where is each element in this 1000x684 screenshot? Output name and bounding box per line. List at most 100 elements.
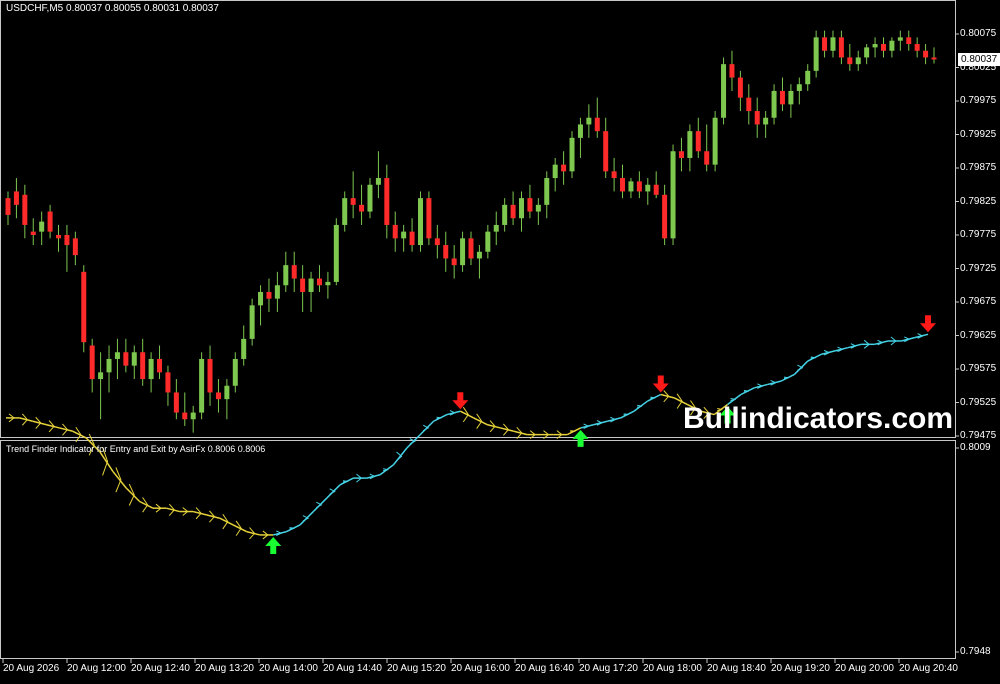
candle-body	[392, 224, 398, 239]
candle-body	[704, 151, 710, 165]
price-tick-label: 0.79875	[960, 162, 997, 173]
trend-segment	[273, 530, 287, 536]
candle-body	[123, 352, 129, 366]
candle-body	[805, 70, 811, 85]
candle-body	[207, 358, 213, 393]
candle-body	[636, 181, 642, 192]
price-tick-label: 0.79975	[960, 95, 997, 106]
candle-body	[274, 285, 280, 299]
candle-body	[98, 372, 104, 380]
candle-body	[316, 278, 322, 286]
candle-body	[813, 37, 819, 71]
candle-body	[157, 358, 163, 373]
candle-body	[779, 90, 785, 105]
sell-arrow-icon	[452, 392, 469, 410]
candle-body	[308, 278, 314, 292]
price-tick-label: 0.79825	[960, 195, 997, 207]
candle-body	[426, 198, 432, 239]
trend-chevron	[329, 488, 336, 495]
candle-body	[687, 131, 693, 158]
trend-chevron	[797, 364, 804, 371]
candle-body	[401, 231, 407, 239]
buy-arrow-icon	[265, 536, 282, 554]
trend-segment	[312, 497, 328, 513]
candle-body	[56, 235, 62, 239]
trend-segment	[847, 343, 862, 349]
candle-body	[283, 265, 289, 286]
trend-chevron	[316, 501, 323, 508]
sell-arrow-icon	[652, 375, 669, 393]
chart-canvas[interactable]	[0, 0, 1000, 680]
candle-body	[451, 258, 457, 266]
time-tick-label: 20 Aug 16:40	[515, 663, 574, 674]
price-tick-label: 0.79775	[960, 229, 997, 240]
candle-body	[291, 265, 297, 279]
price-tick-label: 0.79925	[960, 128, 997, 140]
candle-body	[443, 245, 449, 259]
candle-body	[729, 64, 735, 78]
time-tick-label: 20 Aug 18:40	[707, 663, 766, 674]
candle-body	[712, 117, 718, 165]
candle-body	[409, 231, 415, 246]
candle-body	[417, 198, 423, 246]
trading-chart-window[interactable]: USDCHF,M5 0.80037 0.80055 0.80031 0.8003…	[0, 0, 1000, 680]
time-tick-label: 20 Aug 2026	[3, 663, 60, 674]
candle-body	[182, 412, 188, 420]
time-tick-label: 20 Aug 12:00	[67, 663, 126, 674]
candle-body	[830, 37, 836, 51]
candle-body	[678, 151, 684, 158]
trend-segment	[593, 420, 608, 426]
price-tick-label: 0.79725	[960, 262, 997, 274]
trend-chevron	[289, 527, 295, 530]
candle-body	[662, 194, 668, 239]
buy-arrow-icon	[572, 429, 589, 447]
trend-segment	[834, 346, 849, 352]
time-tick-label: 20 Aug 14:40	[323, 663, 382, 674]
candle-body	[864, 47, 870, 58]
candle-body	[224, 385, 230, 400]
trend-segment	[326, 484, 341, 499]
candle-body	[106, 358, 112, 373]
candle-body	[695, 131, 701, 152]
candle-body	[519, 198, 525, 219]
candle-body	[788, 90, 794, 105]
candle-body	[165, 372, 171, 393]
trend-segment	[874, 340, 889, 346]
indicator-tick-label: 0.8009	[960, 442, 991, 453]
trend-segment	[419, 420, 435, 436]
candle-body	[737, 77, 743, 98]
candle-body	[670, 151, 676, 239]
candle-body	[561, 164, 567, 172]
time-tick-label: 20 Aug 13:20	[195, 663, 254, 674]
trend-segment	[366, 474, 381, 479]
candle-body	[796, 84, 802, 91]
candle-body	[603, 131, 609, 172]
candle-body	[721, 64, 727, 118]
candle-body	[586, 117, 592, 125]
trend-segment	[446, 410, 461, 416]
candle-body	[897, 37, 903, 41]
candle-body	[569, 137, 575, 172]
candle-body	[527, 198, 533, 212]
time-tick-label: 20 Aug 20:40	[899, 663, 958, 674]
trend-chevron	[743, 389, 749, 393]
candle-body	[434, 238, 440, 246]
candle-body	[931, 57, 937, 60]
candle-body	[502, 204, 508, 225]
candle-body	[611, 171, 617, 179]
time-tick-label: 20 Aug 14:00	[259, 663, 318, 674]
candle-body	[64, 235, 70, 246]
trend-segment	[392, 447, 408, 466]
candle-body	[241, 338, 247, 359]
candle-body	[72, 238, 78, 256]
candle-body	[544, 178, 550, 205]
candle-body	[39, 221, 45, 232]
candle-body	[173, 392, 179, 413]
candle-body	[763, 117, 769, 125]
time-tick-label: 20 Aug 19:20	[771, 663, 830, 674]
trend-segment	[580, 423, 595, 429]
candle-body	[13, 191, 19, 205]
price-tick-label: 0.79625	[960, 329, 997, 341]
candle-body	[552, 164, 558, 179]
trend-segment	[406, 434, 421, 449]
